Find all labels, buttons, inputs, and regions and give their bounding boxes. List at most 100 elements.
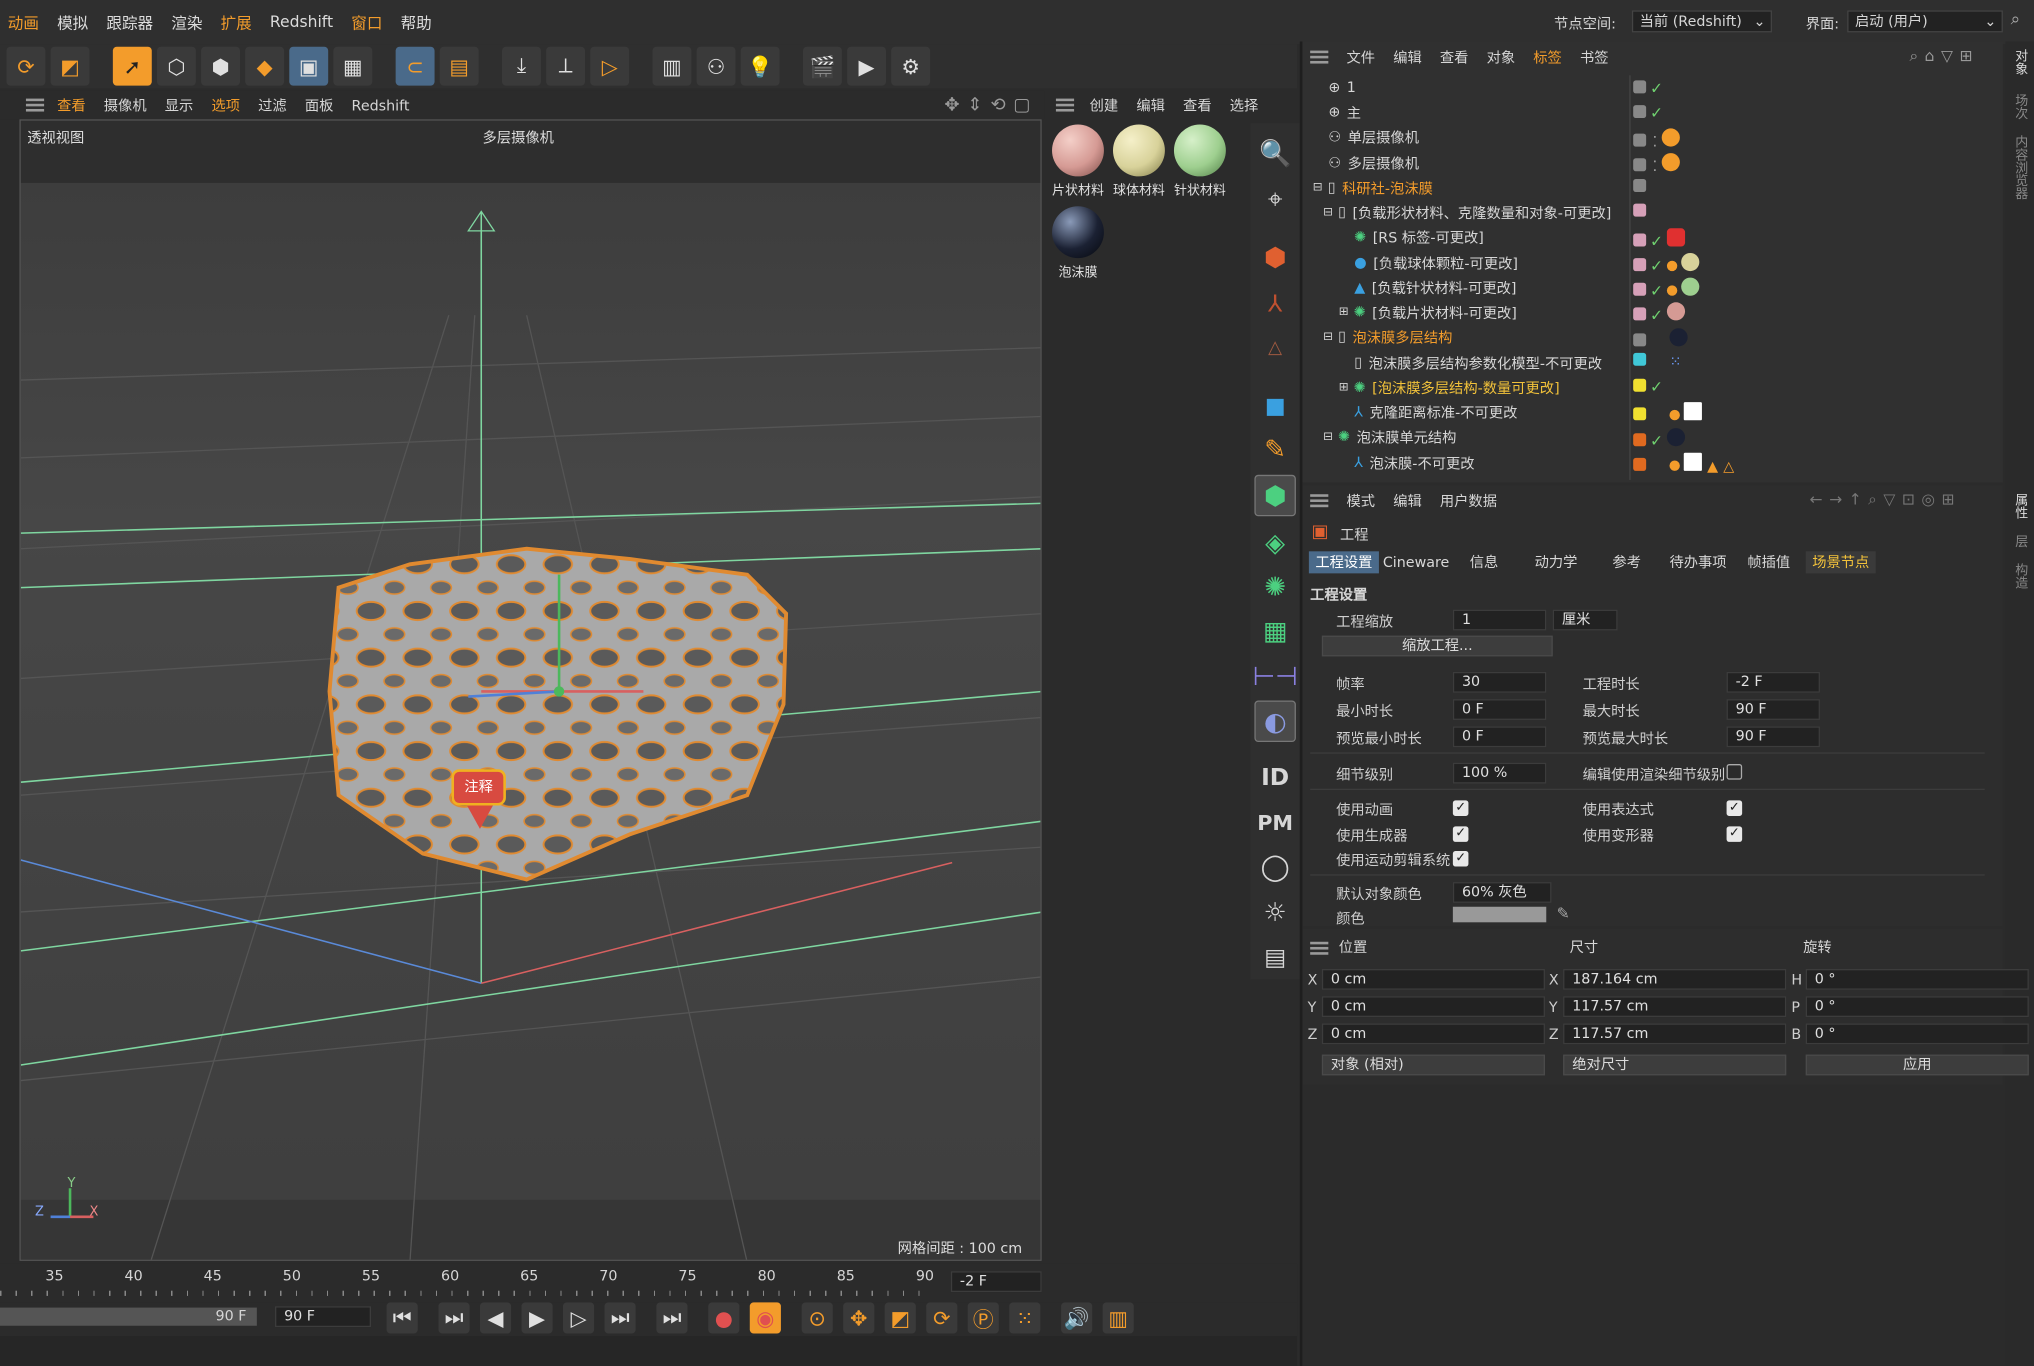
film-icon[interactable]: ▥	[1102, 1302, 1134, 1334]
tab-todo[interactable]: 待办事项	[1663, 551, 1733, 573]
point-mode-icon[interactable]: ⬡	[156, 46, 196, 86]
use-expressions-checkbox[interactable]: ✓	[1726, 800, 1743, 816]
menu-tracker[interactable]: 跟踪器	[106, 11, 153, 33]
use-animation-checkbox[interactable]: ✓	[1452, 800, 1469, 816]
tab-info[interactable]: 信息	[1463, 551, 1505, 573]
side-tab-attributes[interactable]: 属性	[2009, 493, 2028, 519]
scale-tool-icon[interactable]: ◩	[50, 46, 90, 86]
go-end-icon[interactable]: ⏭	[656, 1302, 688, 1334]
prev-key-icon[interactable]: ⏭	[438, 1302, 470, 1334]
undo-button[interactable]: ⟳	[6, 46, 46, 86]
drop-to-floor-icon[interactable]: ⤓	[502, 46, 541, 86]
preview-min-input[interactable]: 0 F	[1452, 726, 1547, 748]
tab-cineware[interactable]: Cineware	[1376, 551, 1455, 573]
vp-menu-display[interactable]: 显示	[165, 95, 194, 116]
om-menu-object[interactable]: 对象	[1487, 47, 1516, 68]
coord-mode-select[interactable]: 对象 (相对)	[1321, 1054, 1545, 1076]
workplane-icon[interactable]: ▤	[439, 46, 479, 86]
color-swatch[interactable]	[1452, 906, 1547, 923]
om-menu-edit[interactable]: 编辑	[1393, 47, 1422, 68]
mat-menu-select[interactable]: 选择	[1230, 95, 1259, 116]
side-tab-layers[interactable]: 层	[2009, 534, 2028, 547]
axis-icon[interactable]: ⟂	[546, 46, 586, 86]
key-rotation-icon[interactable]: ⟳	[926, 1302, 958, 1334]
pointer-icon[interactable]: ▷	[590, 46, 630, 86]
viewport[interactable]: 透视视图 多层摄像机 注释 网格间距 : 100 cm Y Z X	[19, 119, 1042, 1261]
coords-menu-icon[interactable]	[1310, 941, 1329, 955]
texture-mode-icon[interactable]: ▦	[333, 46, 373, 86]
max-time-input[interactable]: 90 F	[1726, 699, 1820, 720]
camera-icon[interactable]: ⚇	[696, 46, 736, 86]
render-object-icon[interactable]: ⬢	[1254, 236, 1296, 278]
keyframe-sel-icon[interactable]: ⊙	[801, 1302, 833, 1334]
subdivision-icon[interactable]: ⬢	[1254, 474, 1296, 517]
pos-y-input[interactable]: 0 cm	[1321, 996, 1545, 1018]
pm-tool-icon[interactable]: PM	[1254, 802, 1296, 844]
sun-icon[interactable]: ☼	[1254, 891, 1296, 933]
tab-frame-interp[interactable]: 帧插值	[1741, 551, 1797, 573]
pen-icon[interactable]: ✎	[1254, 428, 1296, 470]
cloner-icon[interactable]: ◈	[1254, 521, 1296, 563]
light-icon[interactable]: 💡	[740, 46, 780, 86]
attr-menu-icon[interactable]	[1310, 494, 1329, 508]
annotation-badge[interactable]: 注释	[451, 769, 506, 806]
side-tab-construction[interactable]: 构造	[2009, 563, 2028, 589]
aov-icon[interactable]: ▤	[1254, 937, 1296, 979]
zoom-region-icon[interactable]: ⌖	[1254, 178, 1296, 220]
size-y-input[interactable]: 117.57 cm	[1563, 996, 1787, 1018]
search-icon[interactable]: ⌕	[2011, 10, 2020, 29]
use-motion-checkbox[interactable]: ✓	[1452, 850, 1469, 867]
viewport-nav-icons[interactable]: ✥⇕⟲▢	[944, 95, 1038, 116]
material-swatch[interactable]: 球体材料	[1109, 124, 1169, 198]
menu-render[interactable]: 渲染	[171, 11, 202, 33]
pos-z-input[interactable]: 0 cm	[1321, 1023, 1545, 1045]
tab-reference[interactable]: 参考	[1606, 551, 1648, 573]
edge-mode-icon[interactable]: ⬢	[201, 46, 240, 86]
attr-toolbar-icons[interactable]: ←→↑⌕▽⊡◎⊞	[1810, 490, 1961, 509]
side-tab-takes[interactable]: 场次	[2009, 93, 2028, 119]
model-mode-icon[interactable]: ▣	[289, 46, 329, 86]
prev-frame-icon[interactable]: ◀	[479, 1302, 512, 1334]
default-color-select[interactable]: 60% 灰色	[1452, 882, 1552, 903]
snap-icon[interactable]: ⊂	[395, 46, 435, 86]
om-menu-view[interactable]: 查看	[1440, 47, 1469, 68]
attr-menu-mode[interactable]: 模式	[1346, 490, 1375, 511]
timeline-range-bar[interactable]: 90 F	[0, 1307, 257, 1326]
scale-project-button[interactable]: 缩放工程...	[1321, 635, 1553, 657]
tri-warning-icon[interactable]: △	[1254, 327, 1296, 369]
fps-input[interactable]: 30	[1452, 671, 1547, 693]
min-time-input[interactable]: 0 F	[1452, 699, 1547, 720]
scale-input[interactable]: 1	[1452, 609, 1547, 631]
render-lod-checkbox[interactable]	[1726, 764, 1743, 780]
auto-key-icon[interactable]: ◉	[749, 1302, 781, 1334]
key-scale-icon[interactable]: ◩	[884, 1302, 916, 1334]
vp-menu-redshift[interactable]: Redshift	[352, 97, 410, 114]
deformer-icon[interactable]: ⊢⊣	[1253, 655, 1298, 697]
tab-dynamics[interactable]: 动力学	[1528, 551, 1584, 573]
select-tool-button[interactable]: ➚	[112, 46, 152, 86]
menu-redshift[interactable]: Redshift	[270, 13, 333, 31]
om-menu-icon[interactable]	[1310, 50, 1329, 64]
vp-menu-filter[interactable]: 过滤	[258, 95, 287, 116]
rot-h-input[interactable]: 0 °	[1805, 969, 2029, 990]
play-icon[interactable]: ▶	[521, 1302, 553, 1334]
menu-help[interactable]: 帮助	[401, 11, 432, 33]
environment-icon[interactable]: ◯	[1254, 846, 1296, 888]
render-settings-icon[interactable]: ⚙	[891, 46, 931, 86]
eyedropper-icon[interactable]: ✎	[1557, 904, 1570, 922]
key-pla-icon[interactable]: ⁙	[1009, 1302, 1041, 1334]
menu-animate[interactable]: 动画	[8, 11, 39, 33]
use-generators-checkbox[interactable]: ✓	[1452, 826, 1469, 842]
key-position-icon[interactable]: ✥	[843, 1302, 875, 1334]
tab-project-settings[interactable]: 工程设置	[1308, 551, 1379, 574]
vp-menu-camera[interactable]: 摄像机	[104, 95, 147, 116]
timeline-ruler[interactable]: 35 40 45 50 55 60 65 70 75 80 85 90	[0, 1265, 947, 1301]
zoom-icon[interactable]: 🔍	[1254, 132, 1296, 174]
tab-scene-nodes[interactable]: 场景节点	[1805, 551, 1876, 574]
pos-x-input[interactable]: 0 cm	[1321, 969, 1545, 990]
next-key-icon[interactable]: ⏭	[604, 1302, 636, 1334]
size-x-input[interactable]: 187.164 cm	[1563, 969, 1787, 990]
joint-icon[interactable]: ⅄	[1254, 283, 1296, 325]
cube-primitive-icon[interactable]: ◼	[1254, 384, 1296, 426]
om-toolbar-icons[interactable]: ⌕⌂▽⊞	[1909, 47, 1979, 66]
